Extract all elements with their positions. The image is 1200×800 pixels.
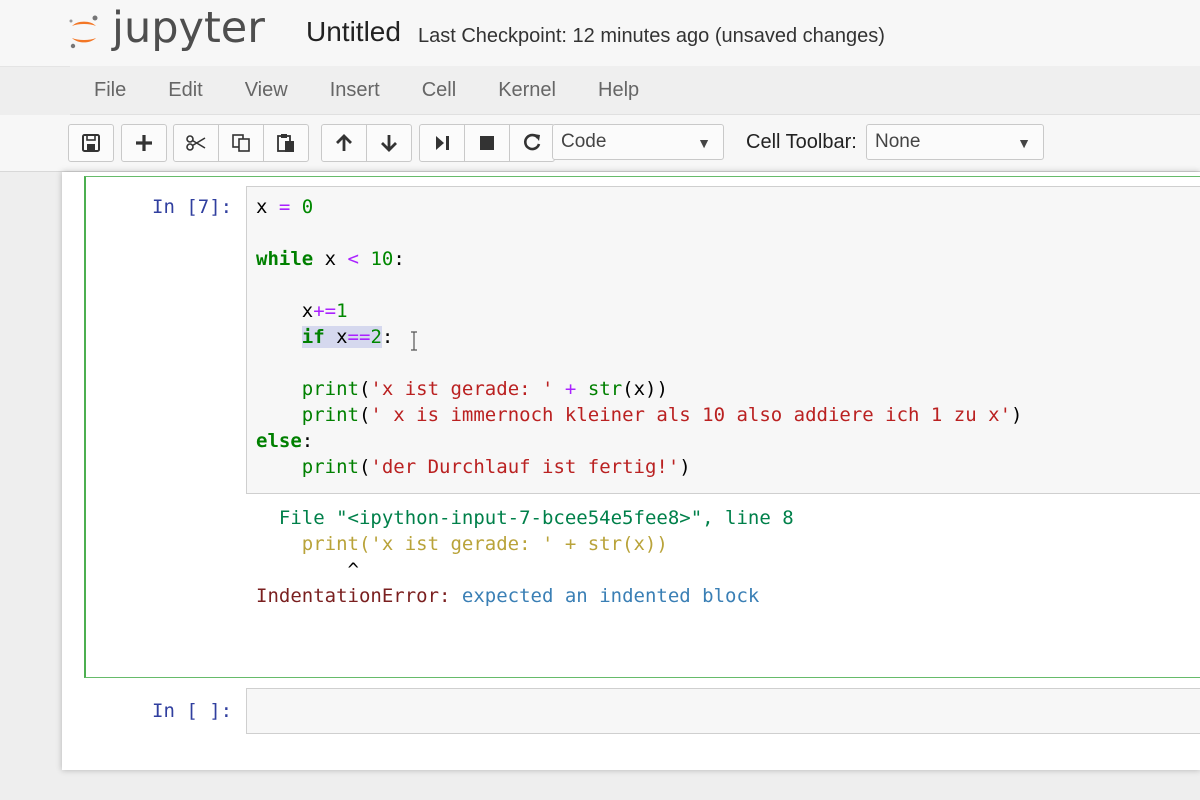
code-line-8: print('x ist gerade: ' + str(x)) <box>301 378 668 400</box>
menu-view[interactable]: View <box>245 79 288 102</box>
output-file-line: File "<ipython-input-7-bcee54e5fee8>", l… <box>278 507 794 529</box>
save-button[interactable] <box>69 125 113 161</box>
copy-icon <box>232 134 250 152</box>
code-line-11: print('der Durchlauf ist fertig!') <box>301 456 691 478</box>
menu-bar: File Edit View Insert Cell Kernel Help <box>70 66 1200 115</box>
empty-code-cell[interactable] <box>246 688 1200 734</box>
move-up-button[interactable] <box>322 125 367 161</box>
scissors-icon <box>186 135 206 151</box>
checkpoint-status: Last Checkpoint: 12 minutes ago (unsaved… <box>418 25 885 47</box>
move-down-button[interactable] <box>367 125 411 161</box>
code-line-9: print(' x is immernoch kleiner als 10 al… <box>301 404 1023 426</box>
insert-cell-button[interactable] <box>122 125 166 161</box>
code-line-1: x = 0 <box>256 196 314 218</box>
interrupt-button[interactable] <box>465 125 510 161</box>
cell-toolbar-value: None <box>875 131 921 152</box>
run-button[interactable] <box>420 125 465 161</box>
output-caret: ^ <box>347 559 359 581</box>
arrow-up-icon <box>336 134 352 151</box>
menu-file[interactable]: File <box>94 79 126 102</box>
error-message: expected an indented block <box>461 585 760 607</box>
menu-cell[interactable]: Cell <box>422 79 456 102</box>
plus-icon <box>136 135 152 151</box>
code-line-6: if x==2: <box>301 326 394 348</box>
menu-help[interactable]: Help <box>598 79 639 102</box>
logo-text: jupyter <box>112 3 265 53</box>
jupyter-logo-icon <box>69 15 98 49</box>
cell-type-value: Code <box>561 131 607 152</box>
cell-toolbar-label: Cell Toolbar: <box>746 131 857 153</box>
arrow-down-icon <box>381 135 397 152</box>
code-line-5: x+=1 <box>256 300 348 322</box>
cell-prompt: In [7]: <box>152 196 233 218</box>
cell-toolbar-select[interactable]: None ▼ <box>866 124 1044 160</box>
restart-icon <box>524 133 541 151</box>
save-icon <box>82 134 100 152</box>
header-bar: jupyter Untitled Last Checkpoint: 12 min… <box>0 0 1200 67</box>
code-content[interactable]: x = 0 while x < 10: x+=1 if x==2: print(… <box>256 194 1022 480</box>
run-icon <box>436 136 449 150</box>
paste-button[interactable] <box>264 125 308 161</box>
cell-type-select[interactable]: Code ▼ <box>552 124 724 160</box>
cell-output: File "<ipython-input-7-bcee54e5fee8>", l… <box>256 505 794 609</box>
menu-kernel[interactable]: Kernel <box>498 79 556 102</box>
edit-group <box>173 124 309 162</box>
insert-group <box>121 124 167 162</box>
move-group <box>321 124 412 162</box>
restart-button[interactable] <box>510 125 554 161</box>
error-name: IndentationError: <box>256 585 451 607</box>
menu-insert[interactable]: Insert <box>330 79 380 102</box>
save-group <box>68 124 114 162</box>
stop-icon <box>480 136 494 150</box>
empty-cell-prompt: In [ ]: <box>152 700 233 722</box>
menu-edit[interactable]: Edit <box>168 79 202 102</box>
code-line-3: while x < 10: <box>256 248 405 270</box>
notebook-title[interactable]: Untitled <box>306 16 401 48</box>
run-group <box>419 124 555 162</box>
output-code-line: print('x ist gerade: ' + str(x)) <box>301 533 668 555</box>
jupyter-logo[interactable]: jupyter <box>66 3 265 60</box>
text-cursor-icon <box>411 331 417 351</box>
copy-button[interactable] <box>219 125 264 161</box>
chevron-down-icon: ▼ <box>697 135 711 151</box>
paste-icon <box>277 134 294 152</box>
cut-button[interactable] <box>174 125 219 161</box>
code-line-10: else: <box>256 430 314 452</box>
toolbar: Code ▼ None ▼ <box>0 115 1200 172</box>
chevron-down-icon: ▼ <box>1017 135 1031 151</box>
